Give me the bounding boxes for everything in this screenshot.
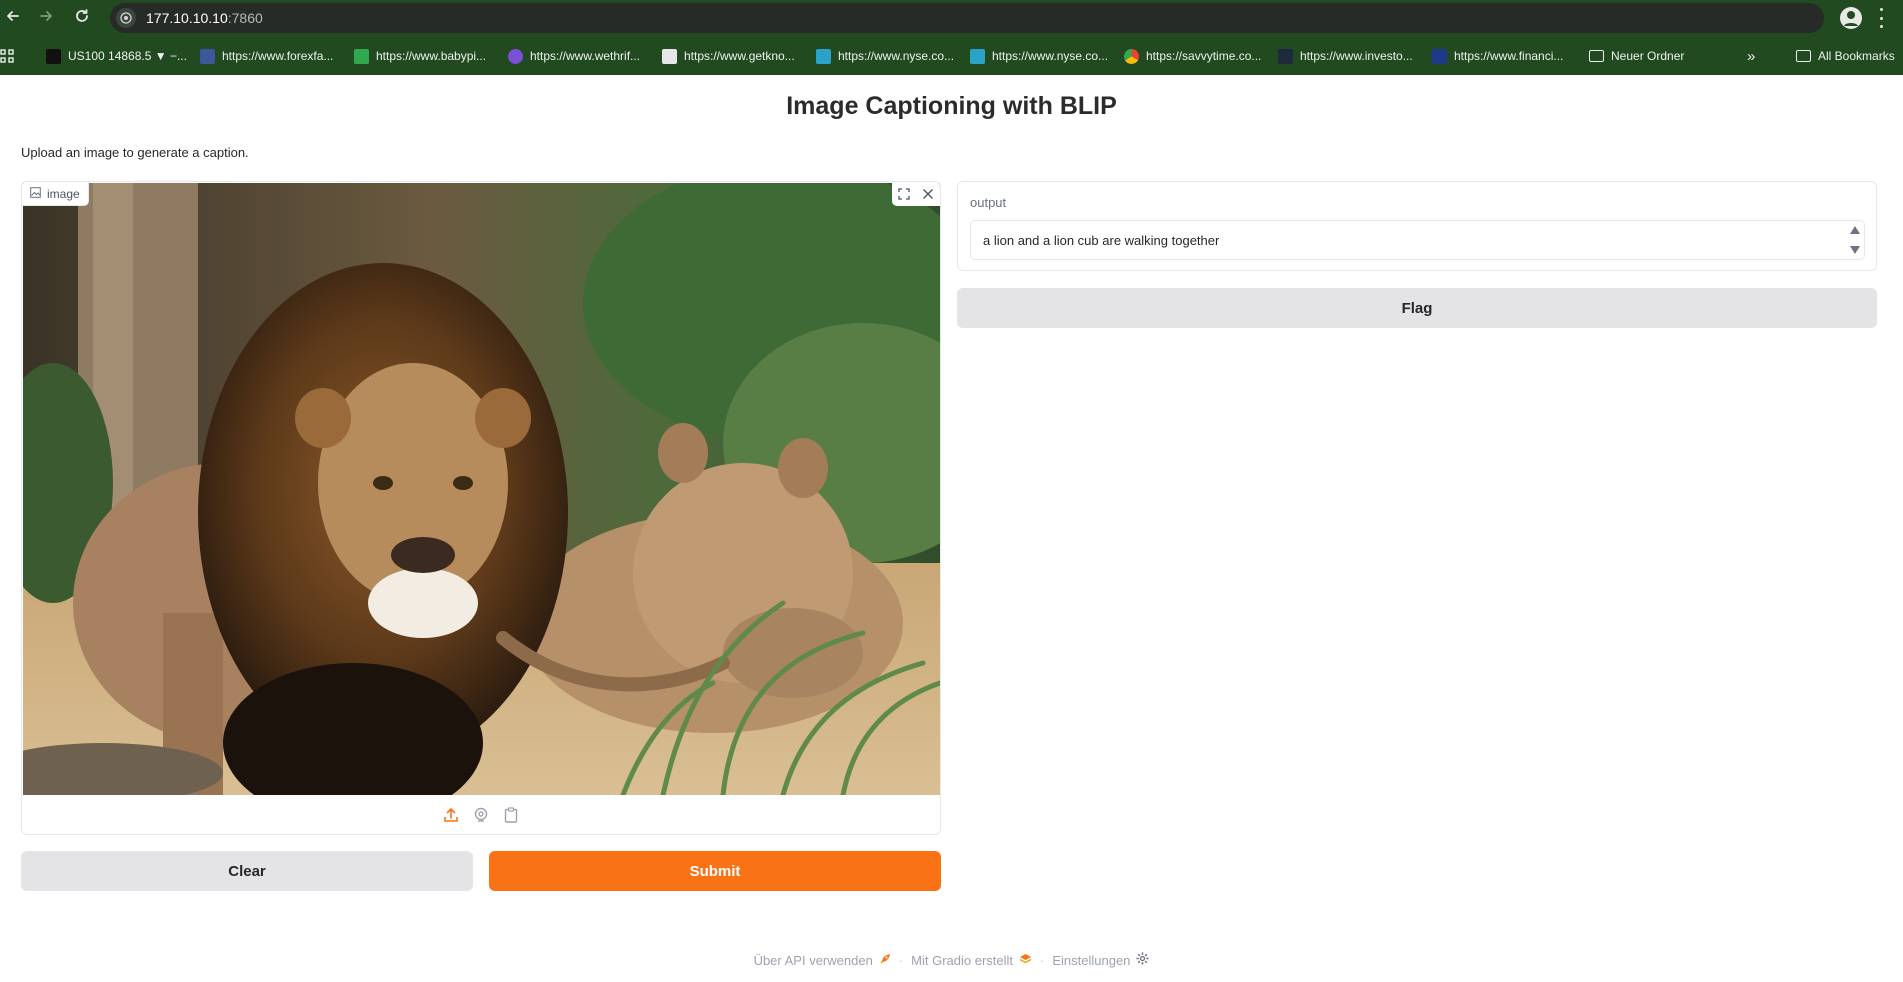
reload-button[interactable] [69,5,95,31]
image-input-panel[interactable]: image [21,181,941,835]
api-link[interactable]: Über API verwenden [754,953,891,968]
nyse-icon [970,48,985,64]
image-icon [30,186,41,201]
bookmark-label: Neuer Ordner [1611,49,1685,63]
reload-icon [74,8,90,29]
scroll-down-icon[interactable] [1850,246,1860,254]
bookmarks-bar: US100 14868.5 ▼ −... https://www.forexfa… [0,36,1903,75]
bookmark-item-nyse-1[interactable]: https://www.nyse.co... [816,47,954,65]
image-source-bar [22,796,940,834]
bookmark-label: https://www.getkno... [684,49,795,63]
site-info-icon[interactable] [116,8,136,28]
bookmark-folder-neuer-ordner[interactable]: Neuer Ordner [1589,47,1684,65]
clear-button[interactable]: Clear [21,851,473,891]
chrome-icon [1124,48,1139,64]
tradingview-icon [46,48,61,64]
bookmark-item-savvytime[interactable]: https://savvytime.co... [1124,47,1261,65]
close-icon[interactable] [916,182,940,206]
image-toolbar [892,182,940,206]
more-bookmarks-icon[interactable]: » [1747,47,1755,65]
footer-separator: · [898,952,904,968]
bookmark-label: https://savvytime.co... [1146,49,1262,63]
footer: Über API verwenden · Mit Gradio erstellt… [0,952,1903,968]
uploaded-image [23,183,940,795]
forexfactory-icon [200,48,215,64]
browser-toolbar: 177.10.10.10:7860 [0,0,1903,36]
bookmark-label: https://www.wethrif... [530,49,641,63]
apps-grid-icon[interactable] [0,47,14,65]
bookmark-item-getknowledge[interactable]: https://www.getkno... [662,47,795,65]
rocket-icon [879,953,891,968]
babypips-icon [354,48,369,64]
gear-icon [1136,952,1149,968]
submit-button[interactable]: Submit [489,851,941,891]
settings-link[interactable]: Einstellungen [1052,952,1149,968]
upload-icon[interactable] [441,805,461,825]
profile-avatar[interactable] [1840,7,1862,29]
bookmark-label: https://www.babypi... [376,49,487,63]
bookmark-item-investopedia[interactable]: https://www.investo... [1278,47,1413,65]
url-text: 177.10.10.10:7860 [146,10,263,26]
bookmark-label: All Bookmarks [1818,49,1895,63]
bookmark-item-wethrift[interactable]: https://www.wethrif... [508,47,640,65]
bookmark-item-forexfactory[interactable]: https://www.forexfa... [200,47,333,65]
flag-button[interactable]: Flag [957,288,1877,328]
page-title: Image Captioning with BLIP [786,92,1117,120]
arrow-left-icon [5,8,21,29]
bookmark-label: https://www.nyse.co... [992,49,1109,63]
bookmark-label: https://www.financi... [1454,49,1564,63]
page-description: Upload an image to generate a caption. [21,145,249,160]
image-label-text: image [47,186,80,201]
image-label-badge: image [22,182,89,206]
bookmark-label: https://www.nyse.co... [838,49,955,63]
browser-menu-icon[interactable] [1878,8,1884,28]
bookmark-label: https://www.forexfa... [222,49,334,63]
bookmark-label: US100 14868.5 ▼ −... [68,49,187,63]
bookmark-item-babypips[interactable]: https://www.babypi... [354,47,486,65]
bookmark-item-tradingview[interactable]: US100 14868.5 ▼ −... [46,47,187,65]
output-label: output [970,195,1007,210]
output-textbox[interactable]: a lion and a lion cub are walking togeth… [970,220,1865,260]
address-bar[interactable]: 177.10.10.10:7860 [110,3,1824,33]
back-button[interactable] [0,5,26,31]
webcam-icon[interactable] [471,805,491,825]
scroll-up-icon[interactable] [1850,226,1860,234]
api-link-label: Über API verwenden [753,952,873,968]
investopedia-icon [1278,48,1293,64]
gradio-link[interactable]: Mit Gradio erstellt [911,953,1032,968]
folder-icon [1796,50,1811,62]
gradio-link-label: Mit Gradio erstellt [911,952,1014,968]
forward-button[interactable] [33,5,59,31]
gradio-logo-icon [1019,953,1032,968]
settings-link-label: Einstellungen [1052,952,1131,968]
bookmark-label: https://www.investo... [1300,49,1413,63]
bookmark-item-nyse-2[interactable]: https://www.nyse.co... [970,47,1108,65]
folder-icon [1589,50,1604,62]
wethrift-icon [508,48,523,64]
getknowledge-icon [662,48,677,64]
footer-separator: · [1040,952,1045,968]
output-text: a lion and a lion cub are walking togeth… [983,233,1220,248]
all-bookmarks-folder[interactable]: All Bookmarks [1796,47,1895,65]
fullscreen-icon[interactable] [892,182,916,206]
nyse-icon [816,48,831,64]
financial-icon [1432,48,1447,64]
clipboard-icon[interactable] [501,805,521,825]
output-panel: output a lion and a lion cub are walking… [957,181,1877,271]
bookmark-item-financial[interactable]: https://www.financi... [1432,47,1563,65]
arrow-right-icon [38,8,54,29]
